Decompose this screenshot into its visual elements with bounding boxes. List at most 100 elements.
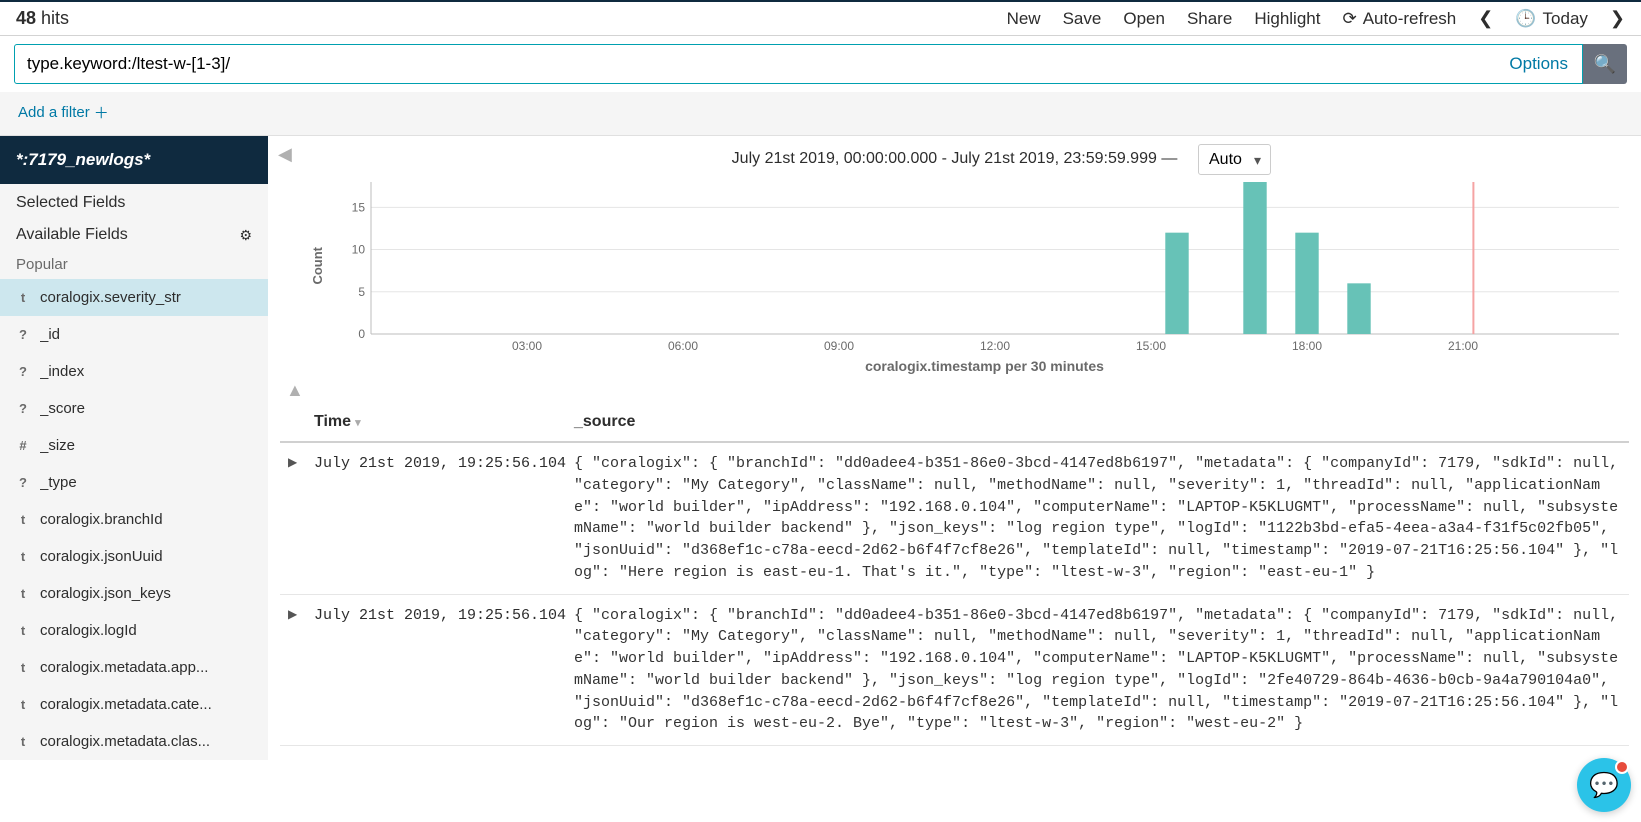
save-button[interactable]: Save — [1063, 9, 1102, 29]
time-next-button[interactable]: ❯ — [1610, 8, 1625, 29]
svg-text:09:00: 09:00 — [824, 339, 854, 353]
field-type-icon: t — [16, 290, 30, 305]
expand-row-icon[interactable]: ▶ — [288, 605, 314, 736]
hit-count: 48 hits — [16, 8, 69, 29]
field-type-icon: # — [16, 438, 30, 453]
column-source[interactable]: _source — [574, 413, 635, 431]
filter-bar: Add a filter ＋ — [0, 92, 1641, 136]
chat-icon: 💬 — [1589, 771, 1619, 800]
field-name: _score — [40, 400, 85, 417]
svg-text:15: 15 — [352, 200, 366, 214]
field-name: coralogix.metadata.app... — [40, 659, 208, 676]
svg-text:06:00: 06:00 — [668, 339, 698, 353]
field-name: _index — [40, 363, 84, 380]
gear-icon[interactable]: ⚙ — [239, 227, 252, 244]
field-item[interactable]: ? _score — [0, 390, 268, 427]
field-type-icon: ? — [16, 475, 30, 490]
search-submit-button[interactable]: 🔍 — [1583, 44, 1627, 84]
chat-widget[interactable]: 💬 — [1577, 758, 1631, 812]
field-type-icon: t — [16, 734, 30, 749]
field-name: _id — [40, 326, 60, 343]
search-options-link[interactable]: Options — [1495, 54, 1582, 74]
field-item[interactable]: # _size — [0, 427, 268, 464]
field-type-icon: ? — [16, 327, 30, 342]
add-filter-button[interactable]: Add a filter ＋ — [18, 102, 109, 123]
svg-text:18:00: 18:00 — [1292, 339, 1322, 353]
field-item[interactable]: t coralogix.metadata.app... — [0, 649, 268, 686]
results-table: Time▾ _source ▶July 21st 2019, 19:25:56.… — [280, 403, 1629, 746]
topbar-actions: New Save Open Share Highlight ⟳Auto-refr… — [1007, 8, 1625, 29]
topbar: 48 hits New Save Open Share Highlight ⟳A… — [0, 0, 1641, 36]
popular-label: Popular — [0, 248, 268, 279]
svg-text:03:00: 03:00 — [512, 339, 542, 353]
plus-icon: ＋ — [94, 102, 109, 123]
search-input-wrap: Options — [14, 44, 1583, 84]
open-button[interactable]: Open — [1123, 9, 1165, 29]
collapse-sidebar-icon[interactable]: ◀ — [278, 144, 292, 165]
field-name: coralogix.severity_str — [40, 289, 181, 306]
field-item[interactable]: ? _type — [0, 464, 268, 501]
new-button[interactable]: New — [1007, 9, 1041, 29]
field-type-icon: ? — [16, 364, 30, 379]
field-name: coralogix.branchId — [40, 511, 163, 528]
main-content: ◀ July 21st 2019, 00:00:00.000 - July 21… — [268, 136, 1641, 760]
field-type-icon: t — [16, 660, 30, 675]
svg-text:12:00: 12:00 — [980, 339, 1010, 353]
svg-text:0: 0 — [358, 327, 365, 341]
field-item[interactable]: t coralogix.branchId — [0, 501, 268, 538]
expand-row-icon[interactable]: ▶ — [288, 453, 314, 584]
field-item[interactable]: t coralogix.severity_str — [0, 279, 268, 316]
field-type-icon: t — [16, 586, 30, 601]
row-time: July 21st 2019, 19:25:56.104 — [314, 605, 574, 736]
search-icon: 🔍 — [1594, 54, 1616, 75]
table-header: Time▾ _source — [280, 403, 1629, 443]
field-item[interactable]: t coralogix.logId — [0, 612, 268, 649]
field-type-icon: t — [16, 697, 30, 712]
sort-desc-icon: ▾ — [355, 416, 361, 429]
selected-fields-header: Selected Fields — [0, 184, 268, 216]
field-item[interactable]: ? _index — [0, 353, 268, 390]
table-row: ▶July 21st 2019, 19:25:56.104{ "coralogi… — [280, 595, 1629, 747]
histogram-chart[interactable]: Count 0 5 10 15 03:00 06:00 09:00 12:00 15:00 18:… — [310, 176, 1629, 356]
index-pattern-selector[interactable]: *:7179_newlogs* — [0, 136, 268, 184]
field-item[interactable]: t coralogix.metadata.clas... — [0, 723, 268, 760]
field-name: _size — [40, 437, 75, 454]
svg-text:10: 10 — [352, 243, 366, 257]
field-name: coralogix.jsonUuid — [40, 548, 163, 565]
field-name: coralogix.metadata.clas... — [40, 733, 210, 750]
share-button[interactable]: Share — [1187, 9, 1232, 29]
available-fields-header: Available Fields ⚙ — [0, 216, 268, 248]
auto-refresh-button[interactable]: ⟳Auto-refresh — [1342, 9, 1456, 29]
field-item[interactable]: t coralogix.metadata.cate... — [0, 686, 268, 723]
field-type-icon: t — [16, 549, 30, 564]
field-item[interactable]: t coralogix.json_keys — [0, 575, 268, 612]
chart-time-range: July 21st 2019, 00:00:00.000 - July 21st… — [280, 142, 1629, 170]
svg-text:5: 5 — [358, 285, 365, 299]
search-row: Options 🔍 — [0, 36, 1641, 84]
y-axis-label: Count — [310, 247, 325, 285]
search-input[interactable] — [15, 54, 1495, 74]
field-item[interactable]: ? _id — [0, 316, 268, 353]
interval-select[interactable]: Auto — [1198, 144, 1271, 175]
svg-text:21:00: 21:00 — [1448, 339, 1478, 353]
collapse-chart-icon[interactable]: ▲ — [286, 380, 1629, 401]
column-time[interactable]: Time▾ — [314, 413, 574, 431]
field-type-icon: t — [16, 512, 30, 527]
field-item[interactable]: t coralogix.jsonUuid — [0, 538, 268, 575]
field-name: coralogix.metadata.cate... — [40, 696, 212, 713]
field-type-icon: ? — [16, 401, 30, 416]
row-source: { "coralogix": { "branchId": "dd0adee4-b… — [574, 605, 1621, 736]
field-type-icon: t — [16, 623, 30, 638]
time-prev-button[interactable]: ❮ — [1478, 8, 1493, 29]
row-source: { "coralogix": { "branchId": "dd0adee4-b… — [574, 453, 1621, 584]
time-picker-today[interactable]: 🕒Today — [1515, 9, 1588, 29]
field-name: _type — [40, 474, 77, 491]
highlight-button[interactable]: Highlight — [1254, 9, 1320, 29]
row-time: July 21st 2019, 19:25:56.104 — [314, 453, 574, 584]
table-row: ▶July 21st 2019, 19:25:56.104{ "coralogi… — [280, 443, 1629, 595]
refresh-icon: ⟳ — [1342, 9, 1356, 29]
svg-text:15:00: 15:00 — [1136, 339, 1166, 353]
notification-dot — [1615, 760, 1629, 774]
field-name: coralogix.logId — [40, 622, 137, 639]
field-name: coralogix.json_keys — [40, 585, 171, 602]
